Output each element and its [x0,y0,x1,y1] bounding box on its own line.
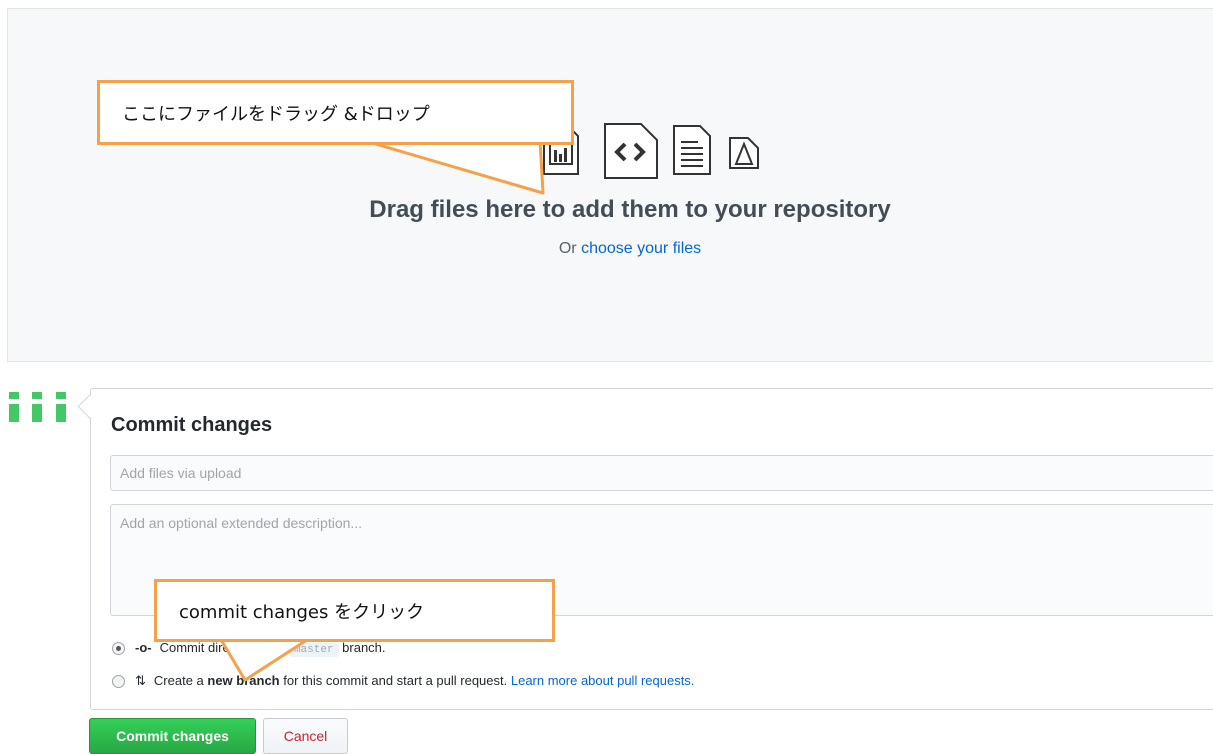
drop-zone-subtitle-prefix: Or [558,240,582,257]
commit-title: Commit changes [111,414,273,436]
drag-drop-callout-text: ここにファイルをドラッグ &ドロップ [122,103,430,125]
drag-drop-callout: ここにファイルをドラッグ &ドロップ [97,80,574,145]
drop-zone-subtitle: Or choose your files [0,240,1213,258]
click-commit-callout-pointer [218,636,312,682]
avatar [8,392,66,432]
learn-more-link[interactable]: Learn more about pull requests. [511,673,695,688]
drop-zone-title: Drag files here to add them to your repo… [369,196,891,223]
text-file-icon [673,125,711,175]
file-drop-zone[interactable] [7,8,1213,362]
drag-drop-callout-pointer [360,140,545,195]
click-commit-callout-text: commit changes をクリック [179,601,425,623]
code-file-icon [604,123,658,179]
radio-new-branch[interactable] [112,675,125,689]
pdf-file-icon [729,137,759,169]
commit-changes-button[interactable]: Commit changes [89,718,256,754]
new-branch-prefix: Create a [153,673,208,688]
cancel-button[interactable]: Cancel [263,718,348,754]
radio-commit-direct[interactable] [112,642,125,656]
commit-icon: -o- [135,640,152,655]
click-commit-callout: commit changes をクリック [154,579,555,642]
commit-summary-input[interactable] [110,455,1213,491]
commit-direct-suffix: branch. [338,640,386,655]
choose-files-link[interactable]: choose your files [581,240,701,257]
pull-request-icon: ⇅ [135,673,146,688]
new-branch-option[interactable]: ⇅ Create a new branch for this commit and… [112,673,694,689]
